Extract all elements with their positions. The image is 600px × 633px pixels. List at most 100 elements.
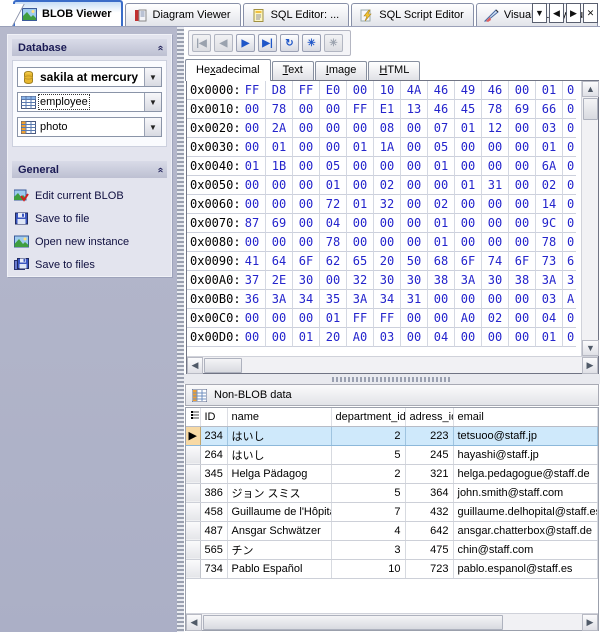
hex-byte: 49 (455, 81, 482, 100)
hex-byte: 34 (293, 290, 320, 309)
next-record-button[interactable]: ▶ (236, 34, 255, 52)
table-row[interactable]: 565チン3475chin@staff.com (186, 540, 598, 559)
cell-department-id: 2 (331, 464, 405, 483)
last-record-button[interactable]: ▶| (258, 34, 277, 52)
scroll-right-button[interactable]: ▶ (582, 357, 598, 374)
database-section-title: Database (18, 42, 67, 54)
load-blob-button[interactable]: ✳ (302, 34, 321, 52)
scroll-left-button[interactable]: ◀ (187, 357, 203, 374)
table-row[interactable]: 734Pablo Español10723pablo.espanol@staff… (186, 559, 598, 578)
hex-offset: 0x0020: (187, 119, 239, 138)
horizontal-scroll-track[interactable] (243, 357, 582, 373)
hex-byte: 00 (374, 233, 401, 252)
hex-byte: 01 (428, 233, 455, 252)
general-section-header[interactable]: General « (12, 161, 167, 178)
action-open-new-instance[interactable]: Open new instance (14, 230, 165, 253)
hex-byte: 00 (509, 119, 536, 138)
action-save-to-files[interactable]: Save to files (14, 253, 165, 276)
clear-blob-button[interactable]: ✳ (324, 34, 343, 52)
grid-horizontal-scroll-thumb[interactable] (203, 615, 503, 630)
window-tab-diagram-viewer[interactable]: Diagram Viewer (125, 3, 241, 26)
tab-list-dropdown-button[interactable]: ▼ (532, 3, 547, 23)
column-header-name[interactable]: name (227, 408, 331, 426)
hex-byte: 04 (536, 309, 563, 328)
hex-byte: 00 (428, 309, 455, 328)
field-combo-dropdown-button[interactable]: ▼ (144, 118, 161, 136)
cell-department-id: 2 (331, 426, 405, 445)
lightning-icon (359, 9, 374, 22)
hex-byte: 00 (239, 309, 266, 328)
hex-byte: 00 (428, 176, 455, 195)
vertical-scroll-track[interactable] (582, 121, 598, 340)
hex-offset: 0x00B0: (187, 290, 239, 309)
field-combo[interactable]: photo▼ (17, 117, 162, 137)
cell-email: hayashi@staff.jp (453, 445, 598, 464)
table-row[interactable]: ▶234はいし2223tetsuoo@staff.jp (186, 426, 598, 445)
grid-horizontal-scroll-track[interactable] (504, 614, 582, 630)
view-tab-html[interactable]: HTML (368, 61, 420, 80)
column-header-department_id[interactable]: department_id (331, 408, 405, 426)
column-header-email[interactable]: email (453, 408, 598, 426)
cell-department-id: 7 (331, 502, 405, 521)
cell-name: Ansgar Schwätzer (227, 521, 331, 540)
action-save-to-file[interactable]: Save to file (14, 207, 165, 230)
window-tab-sql-script-editor[interactable]: SQL Script Editor (351, 3, 474, 26)
vertical-splitter[interactable] (177, 27, 184, 632)
hex-byte: 00 (293, 119, 320, 138)
collapse-database-icon[interactable]: « (155, 45, 166, 50)
scroll-tabs-right-button[interactable]: ▶ (566, 3, 581, 23)
table-row[interactable]: 487Ansgar Schwätzer4642ansgar.chatterbox… (186, 521, 598, 540)
grid-horizontal-scrollbar[interactable]: ◀ ▶ (186, 613, 598, 630)
hex-byte: FF (293, 81, 320, 100)
table-combo-dropdown-button[interactable]: ▼ (144, 93, 161, 111)
hex-byte: 01 (293, 328, 320, 347)
view-tab-text[interactable]: Text (272, 61, 314, 80)
table-blue-icon (21, 96, 36, 109)
action-label: Save to files (35, 259, 95, 271)
window-tab-blob-viewer[interactable]: BLOB Viewer (13, 0, 123, 26)
database-combo[interactable]: sakila at mercury▼ (17, 67, 162, 87)
hex-byte: 68 (428, 252, 455, 271)
scroll-tabs-left-button[interactable]: ◀ (549, 3, 564, 23)
grid-scroll-right-button[interactable]: ▶ (582, 614, 598, 631)
first-record-button[interactable]: |◀ (192, 34, 211, 52)
horizontal-splitter[interactable] (184, 374, 600, 384)
grid-empty-area[interactable] (186, 579, 598, 614)
column-header-adress_id[interactable]: adress_id (405, 408, 453, 426)
hex-view-panel[interactable]: 0x0000:FFD8FFE000104A464946000100x0010:0… (186, 80, 599, 374)
grid-corner-button[interactable] (186, 408, 200, 426)
view-tab-image[interactable]: Image (315, 61, 368, 80)
database-section-header[interactable]: Database « (12, 39, 167, 56)
close-tab-button[interactable]: ✕ (583, 3, 598, 23)
hex-vertical-scrollbar[interactable]: ▲ ▼ (581, 81, 598, 356)
prior-record-button[interactable]: ◀ (214, 34, 233, 52)
field-combo-field[interactable]: photo (18, 118, 144, 136)
hex-horizontal-scrollbar[interactable]: ◀ ▶ (187, 356, 598, 373)
horizontal-scroll-thumb[interactable] (204, 358, 242, 373)
table-combo[interactable]: employee▼ (17, 92, 162, 112)
vertical-scroll-thumb[interactable] (583, 98, 598, 120)
action-label: Save to file (35, 213, 89, 225)
cell-department-id: 3 (331, 540, 405, 559)
table-row[interactable]: 345Helga Pädagog2321helga.pedagogue@staf… (186, 464, 598, 483)
view-tab-hexadecimal[interactable]: Hexadecimal (185, 59, 271, 81)
database-combo-field[interactable]: sakila at mercury (18, 68, 144, 86)
scroll-down-button[interactable]: ▼ (582, 340, 599, 356)
window-tab-sql-editor[interactable]: SQL Editor: ... (243, 3, 350, 26)
database-combo-dropdown-button[interactable]: ▼ (144, 68, 161, 86)
refresh-button[interactable]: ↻ (280, 34, 299, 52)
table-row[interactable]: 458Guillaume de l'Hôpital7432guillaume.d… (186, 502, 598, 521)
table-row[interactable]: 386ジョン スミス5364john.smith@staff.com (186, 483, 598, 502)
table-combo-field[interactable]: employee (18, 93, 144, 111)
scroll-up-button[interactable]: ▲ (582, 81, 599, 97)
action-edit-current-blob[interactable]: Edit current BLOB (14, 184, 165, 207)
grid-scroll-left-button[interactable]: ◀ (186, 614, 202, 631)
non-blob-data-header: Non-BLOB data (185, 384, 599, 406)
table-row[interactable]: 264はいし5245hayashi@staff.jp (186, 445, 598, 464)
collapse-general-icon[interactable]: « (155, 167, 166, 172)
splitter-grip[interactable] (332, 377, 452, 382)
hex-grid[interactable]: 0x0000:FFD8FFE000104A464946000100x0010:0… (187, 81, 581, 356)
table-icon (192, 389, 207, 402)
column-header-id[interactable]: ID (200, 408, 227, 426)
cell-id: 487 (200, 521, 227, 540)
